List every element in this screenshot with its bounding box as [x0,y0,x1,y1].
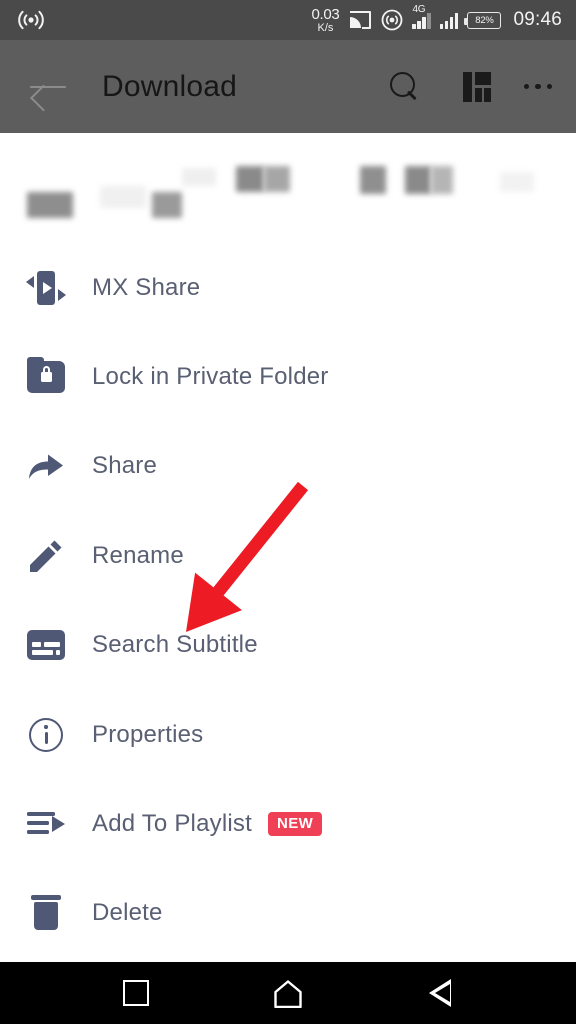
network-speed-unit: K/s [317,21,334,34]
menu-item-lock-in-private-folder[interactable]: Lock in Private Folder [0,332,576,421]
triangle-back-icon[interactable] [400,962,480,1024]
layout-grid-icon[interactable] [444,54,510,120]
menu-item-label: Search Subtitle [92,631,258,659]
menu-item-properties[interactable]: Properties [0,690,576,779]
mx-share-icon [24,266,68,310]
context-menu-sheet: MX Share Lock in Private Folder Share Re… [0,133,576,962]
menu-item-label: Lock in Private Folder [92,363,329,391]
menu-item-add-to-playlist[interactable]: Add To Playlist NEW [0,779,576,868]
menu-item-delete[interactable]: Delete [0,869,576,958]
context-menu-list: MX Share Lock in Private Folder Share Re… [0,243,576,958]
redacted-block [431,166,453,194]
redacted-block [27,192,73,218]
app-bar: Download [0,40,576,133]
menu-item-label: Add To Playlist [92,810,252,838]
cast-icon [348,10,372,30]
signal-bars-icon-2 [439,12,459,29]
subtitle-icon [24,623,68,667]
signal-bars-icon-1: 4G [412,4,431,29]
redacted-block [100,186,146,208]
network-speed-value: 0.03 [311,5,340,23]
info-circle-icon [24,713,68,757]
menu-item-label: Share [92,452,158,480]
square-recents-icon[interactable] [96,962,176,1024]
network-type-label: 4G [412,3,426,15]
redacted-block [182,168,216,186]
network-speed-indicator: 0.03 K/s [311,7,339,34]
menu-item-label: MX Share [92,273,201,301]
redacted-block [360,166,386,194]
clock-label: 09:46 [513,9,562,30]
redacted-file-row [0,133,576,243]
search-icon[interactable] [372,54,438,120]
menu-item-label: Rename [92,541,184,569]
redacted-block [405,166,431,194]
menu-item-rename[interactable]: Rename [0,511,576,600]
page-title: Download [102,69,238,103]
home-icon[interactable] [248,962,328,1024]
redacted-block [500,172,534,192]
battery-percent-label: 82% [475,14,494,26]
share-arrow-icon [24,444,68,488]
redacted-block [264,166,290,192]
status-bar: 0.03 K/s 4G 82% 09:46 [0,0,576,40]
menu-item-mx-share[interactable]: MX Share [0,243,576,332]
hotspot-icon [381,9,403,31]
menu-item-search-subtitle[interactable]: Search Subtitle [0,601,576,690]
battery-indicator: 82% [464,11,502,29]
status-badge: NEW [267,812,323,837]
menu-item-share[interactable]: Share [0,422,576,511]
broadcast-icon [18,9,44,31]
pencil-edit-icon [24,534,68,578]
lock-folder-icon [24,355,68,399]
playlist-add-icon [24,802,68,846]
app-bar-actions [372,54,576,120]
redacted-block [152,192,182,218]
menu-item-label: Delete [92,899,163,927]
back-arrow-icon[interactable] [26,65,70,109]
android-nav-bar [0,962,576,1024]
more-vertical-dots-icon[interactable] [510,54,576,120]
redacted-block [236,166,264,192]
trash-bin-icon [24,891,68,935]
menu-item-label: Properties [92,720,204,748]
